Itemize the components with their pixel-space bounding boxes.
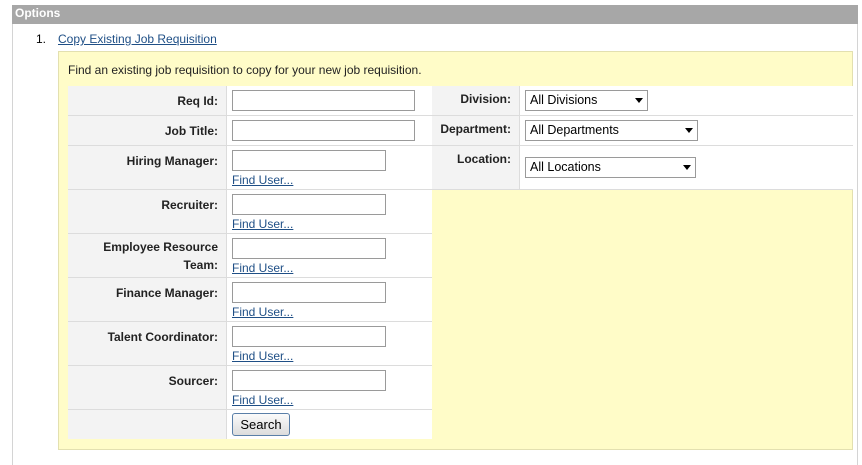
talent-coordinator-input[interactable] <box>232 326 386 347</box>
finance-manager-cell: Find User... <box>227 278 432 322</box>
step-copy-requisition: 1. Copy Existing Job Requisition <box>36 32 217 46</box>
employee-resource-team-find-user-link[interactable]: Find User... <box>232 261 432 275</box>
step-number: 1. <box>36 32 47 46</box>
req-id-cell <box>227 86 432 116</box>
options-header: Options <box>12 5 858 24</box>
search-row-spacer <box>68 410 227 439</box>
recruiter-cell: Find User... <box>227 190 432 234</box>
finance-manager-find-user-link[interactable]: Find User... <box>232 305 432 319</box>
chevron-down-icon <box>685 128 693 133</box>
location-select[interactable]: All Locations <box>525 157 696 178</box>
sourcer-input[interactable] <box>232 370 386 391</box>
employee-resource-team-cell: Find User... <box>227 234 432 278</box>
recruiter-label: Recruiter: <box>68 190 227 234</box>
options-title: Options <box>15 6 61 20</box>
req-id-label: Req Id: <box>68 86 227 116</box>
search-cell: Search <box>227 410 432 439</box>
location-selected: All Locations <box>530 160 601 174</box>
hiring-manager-find-user-link[interactable]: Find User... <box>232 173 432 187</box>
hiring-manager-input[interactable] <box>232 150 386 171</box>
search-button[interactable]: Search <box>232 413 290 436</box>
employee-resource-team-input[interactable] <box>232 238 386 259</box>
talent-coordinator-label: Talent Coordinator: <box>68 322 227 366</box>
department-select[interactable]: All Departments <box>525 120 698 141</box>
department-cell: All Departments <box>520 116 853 146</box>
hiring-manager-cell: Find User... <box>227 146 432 190</box>
copy-requisition-link[interactable]: Copy Existing Job Requisition <box>58 32 217 46</box>
department-selected: All Departments <box>530 123 619 137</box>
department-label: Department: <box>432 116 520 146</box>
division-select[interactable]: All Divisions <box>525 90 648 111</box>
division-cell: All Divisions <box>520 86 853 116</box>
location-label: Location: <box>432 146 520 190</box>
chevron-down-icon <box>635 98 643 103</box>
instruction-text: Find an existing job requisition to copy… <box>68 63 422 77</box>
division-selected: All Divisions <box>530 93 598 107</box>
talent-coordinator-find-user-link[interactable]: Find User... <box>232 349 432 363</box>
job-title-cell <box>227 116 432 146</box>
sourcer-label: Sourcer: <box>68 366 227 410</box>
recruiter-find-user-link[interactable]: Find User... <box>232 217 432 231</box>
recruiter-input[interactable] <box>232 194 386 215</box>
talent-coordinator-cell: Find User... <box>227 322 432 366</box>
finance-manager-label: Finance Manager: <box>68 278 227 322</box>
location-cell: All Locations <box>520 146 853 190</box>
sourcer-find-user-link[interactable]: Find User... <box>232 393 432 407</box>
finance-manager-input[interactable] <box>232 282 386 303</box>
req-id-input[interactable] <box>232 90 415 111</box>
hiring-manager-label: Hiring Manager: <box>68 146 227 190</box>
job-title-input[interactable] <box>232 120 415 141</box>
division-label: Division: <box>432 86 520 116</box>
sourcer-cell: Find User... <box>227 366 432 410</box>
chevron-down-icon <box>683 165 691 170</box>
employee-resource-team-label: Employee Resource Team: <box>68 234 227 278</box>
job-title-label: Job Title: <box>68 116 227 146</box>
